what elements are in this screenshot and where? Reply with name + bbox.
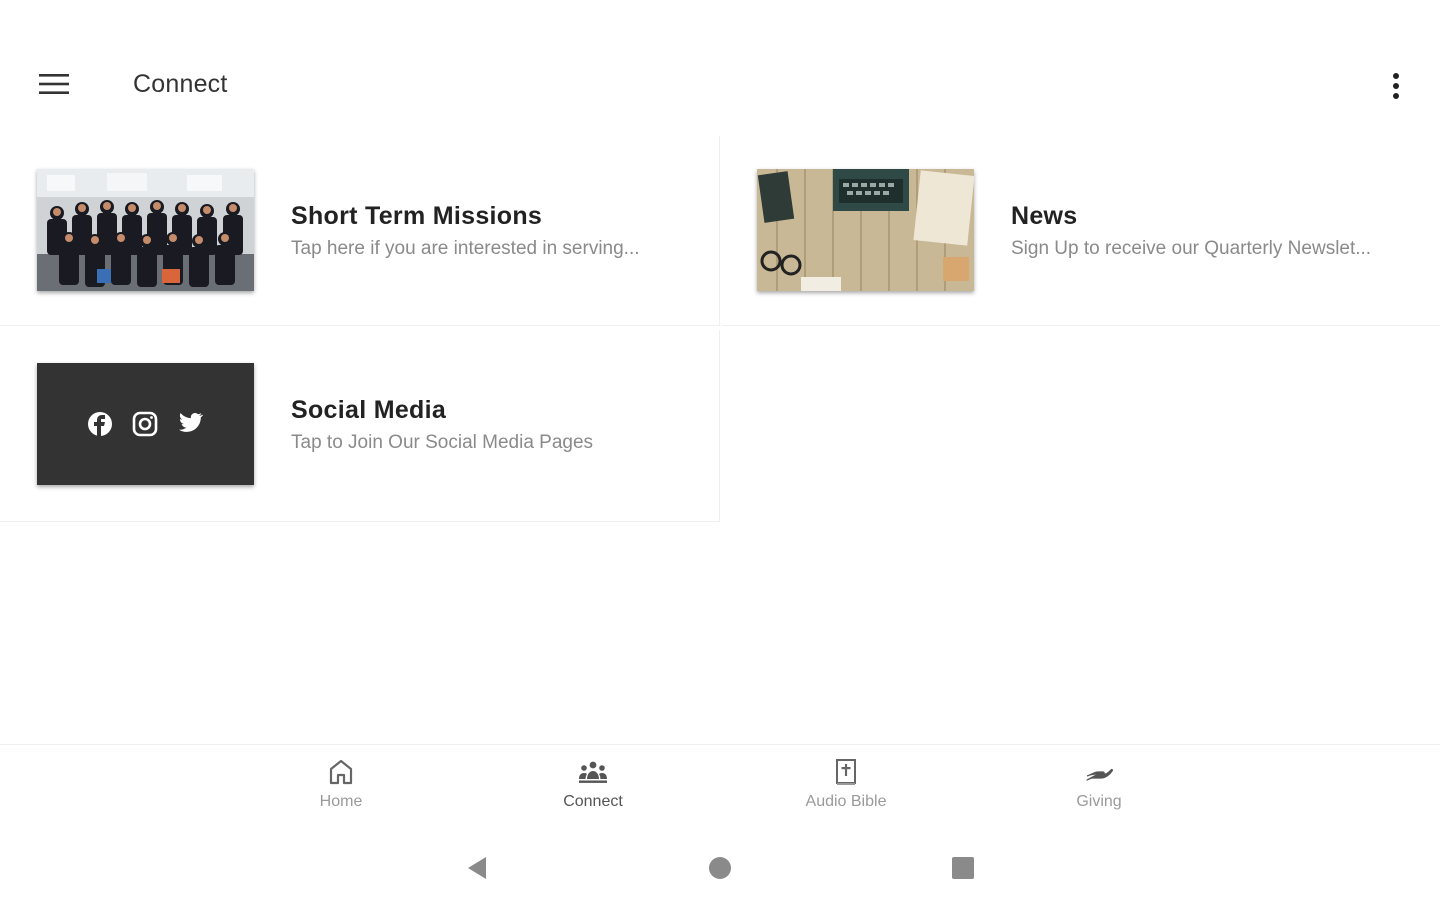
instagram-icon [132,411,158,437]
card-subtitle: Tap to Join Our Social Media Pages [291,432,594,453]
card-thumbnail-desk-photo [757,169,974,291]
system-home-button[interactable] [700,848,740,888]
nav-item-home[interactable]: Home [271,757,411,823]
card-title: News [1011,202,1078,230]
card-short-term-missions[interactable]: Short Term Missions Tap here if you are … [0,136,720,326]
card-social-media[interactable]: Social Media Tap to Join Our Social Medi… [0,330,720,522]
social-icons-tile [88,411,204,437]
app-bar: Connect [0,0,1440,136]
system-back-button[interactable] [456,848,496,888]
nav-item-giving[interactable]: Giving [1029,757,1169,823]
page-title: Connect [133,70,228,98]
back-icon [468,857,486,879]
nav-label: Connect [563,793,623,810]
nav-item-connect[interactable]: Connect [523,757,663,823]
twitter-icon [179,412,204,432]
card-subtitle: Tap here if you are interested in servin… [291,238,640,259]
more-vert-icon [1393,73,1399,99]
card-subtitle: Sign Up to receive our Quarterly Newslet… [1011,238,1372,259]
home-icon [329,759,353,785]
nav-item-audio-bible[interactable]: Audio Bible [776,757,916,823]
bottom-navigation: Home Connect Audio Bible Giving [0,744,1440,830]
facebook-icon [88,412,112,436]
home-circle-icon [709,857,731,879]
card-title: Short Term Missions [291,202,543,230]
nav-label: Giving [1076,793,1122,810]
desk-typewriter-image [757,169,974,291]
nav-label: Audio Bible [805,793,887,810]
hamburger-menu-icon [39,74,69,94]
group-photo-image [37,169,254,291]
card-news[interactable]: News Sign Up to receive our Quarterly Ne… [722,136,1440,326]
menu-button[interactable] [28,62,80,106]
system-navigation-bar [0,830,1440,900]
card-thumbnail-group-photo [37,169,254,291]
giving-hand-icon [1086,768,1114,781]
people-group-icon [579,761,607,783]
bible-icon [836,759,856,785]
nav-label: Home [319,793,363,810]
card-title: Social Media [291,396,447,424]
overflow-menu-button[interactable] [1378,64,1414,108]
recents-square-icon [952,857,974,879]
card-thumbnail-social-tile [37,363,254,485]
system-recents-button[interactable] [943,848,983,888]
